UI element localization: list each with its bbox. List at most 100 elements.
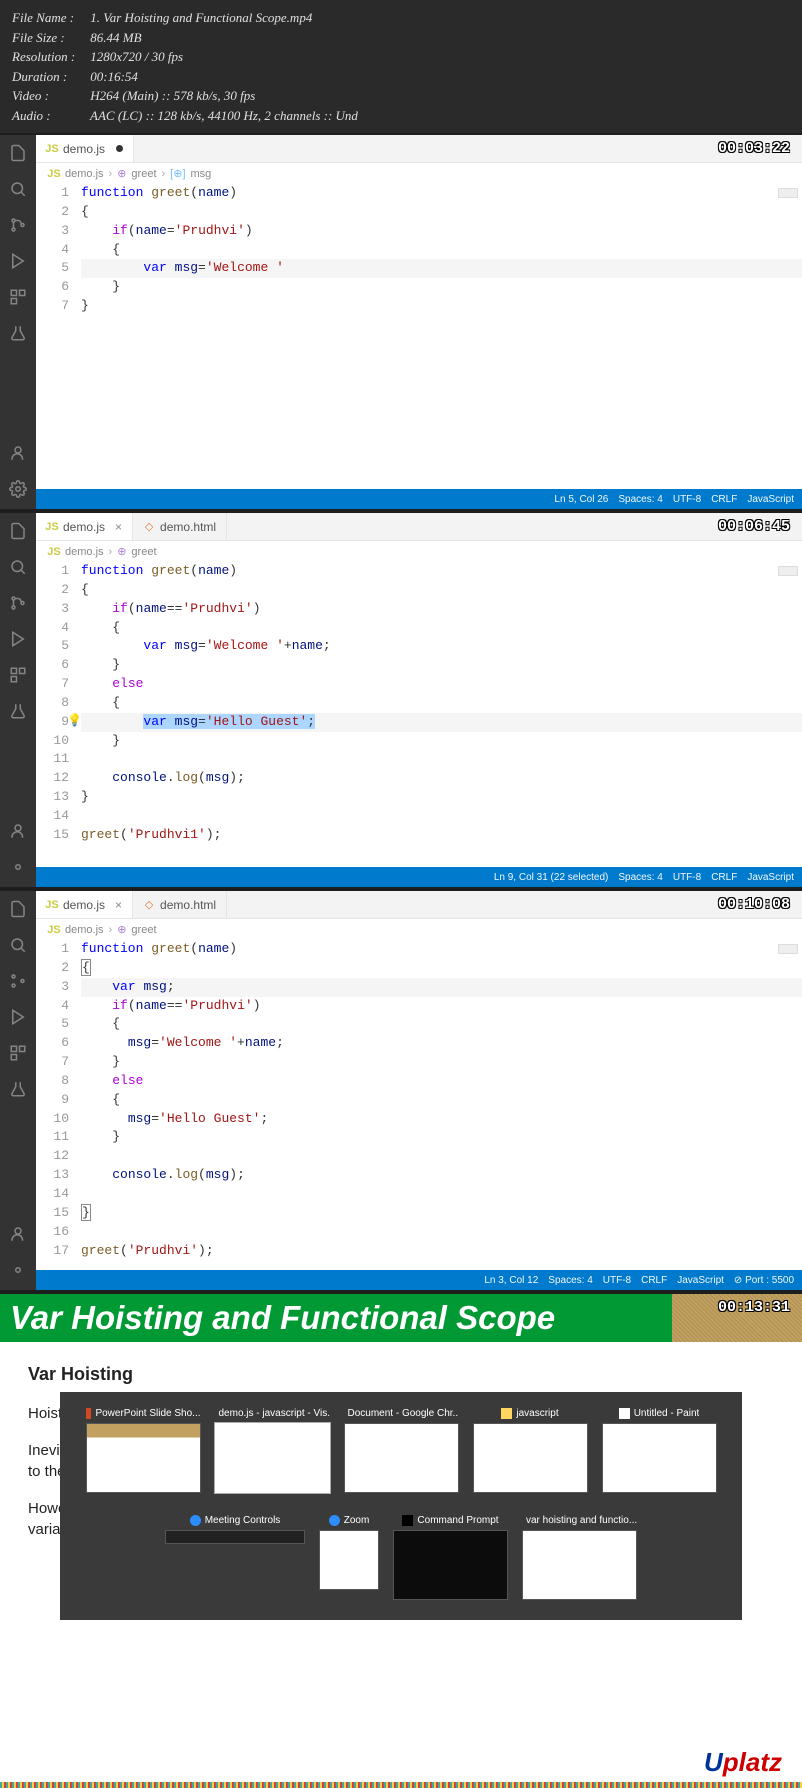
- status-bar: Ln 3, Col 12 Spaces: 4 UTF-8 CRLF JavaSc…: [36, 1270, 802, 1290]
- breadcrumbs[interactable]: JS demo.js › ⊕ greet: [36, 541, 802, 562]
- source-control-icon[interactable]: [8, 215, 28, 235]
- status-lang[interactable]: JavaScript: [677, 1275, 724, 1286]
- status-encoding[interactable]: UTF-8: [603, 1275, 631, 1286]
- filename-label: File Name :: [12, 8, 87, 28]
- video-value: H264 (Main) :: 578 kb/s, 30 fps: [90, 88, 255, 103]
- tab-demo-js[interactable]: JS demo.js: [36, 135, 134, 162]
- tab-label: demo.html: [160, 898, 216, 912]
- powerpoint-icon: [86, 1408, 92, 1419]
- testing-icon[interactable]: [8, 701, 28, 721]
- status-cursor[interactable]: Ln 5, Col 26: [554, 494, 608, 505]
- bc-fn: greet: [131, 168, 156, 180]
- bc-file: demo.js: [65, 924, 104, 936]
- explorer-icon[interactable]: [8, 521, 28, 541]
- status-spaces[interactable]: Spaces: 4: [548, 1275, 592, 1286]
- status-lang[interactable]: JavaScript: [747, 494, 794, 505]
- extensions-icon[interactable]: [8, 1043, 28, 1063]
- settings-icon[interactable]: [8, 479, 28, 499]
- filesize-value: 86.44 MB: [90, 30, 141, 45]
- js-file-icon: JS: [48, 924, 60, 936]
- breadcrumbs[interactable]: JS demo.js › ⊕ greet: [36, 919, 802, 940]
- task-powerpoint[interactable]: PowerPoint Slide Sho...: [86, 1408, 201, 1493]
- search-icon[interactable]: [8, 179, 28, 199]
- status-eol[interactable]: CRLF: [711, 872, 737, 883]
- timestamp-2: 00:06:45: [718, 518, 790, 535]
- close-icon[interactable]: ×: [115, 898, 122, 912]
- bc-fn: greet: [131, 924, 156, 936]
- html-file-icon: ◇: [143, 899, 155, 911]
- tab-label: demo.js: [63, 898, 105, 912]
- task-meeting-controls[interactable]: Meeting Controls: [165, 1515, 305, 1600]
- search-icon[interactable]: [8, 935, 28, 955]
- task-switcher: PowerPoint Slide Sho... demo.js - javasc…: [60, 1392, 742, 1620]
- status-cursor[interactable]: Ln 3, Col 12: [484, 1275, 538, 1286]
- duration-value: 00:16:54: [90, 69, 138, 84]
- account-icon[interactable]: [8, 1224, 28, 1244]
- status-eol[interactable]: CRLF: [711, 494, 737, 505]
- task-paint[interactable]: Untitled - Paint: [602, 1408, 717, 1493]
- task-folder[interactable]: javascript: [473, 1408, 588, 1493]
- testing-icon[interactable]: [8, 1079, 28, 1099]
- code-editor[interactable]: 123456789101112131415 function greet(nam…: [36, 562, 802, 867]
- audio-value: AAC (LC) :: 128 kb/s, 44100 Hz, 2 channe…: [90, 108, 358, 123]
- js-file-icon: JS: [46, 521, 58, 533]
- js-file-icon: JS: [46, 899, 58, 911]
- debug-icon[interactable]: [8, 629, 28, 649]
- status-encoding[interactable]: UTF-8: [673, 872, 701, 883]
- close-icon[interactable]: ×: [115, 520, 122, 534]
- account-icon[interactable]: [8, 821, 28, 841]
- slide-p2: Inevit: [28, 1442, 64, 1459]
- status-spaces[interactable]: Spaces: 4: [618, 872, 662, 883]
- screenshot-4: 00:13:31 Var Hoisting and Functional Sco…: [0, 1292, 802, 1788]
- html-file-icon: ◇: [143, 521, 155, 533]
- screenshot-1: 00:03:22 JS demo.js JS demo.js: [0, 133, 802, 509]
- account-icon[interactable]: [8, 443, 28, 463]
- status-bar: Ln 9, Col 31 (22 selected) Spaces: 4 UTF…: [36, 867, 802, 887]
- breadcrumbs[interactable]: JS demo.js › ⊕ greet › [⊕] msg: [36, 163, 802, 184]
- tab-demo-js[interactable]: JS demo.js ×: [36, 513, 133, 540]
- filesize-label: File Size :: [12, 28, 87, 48]
- tab-bar: JS demo.js: [36, 135, 802, 163]
- js-file-icon: JS: [46, 143, 58, 155]
- task-chrome[interactable]: Document - Google Chr...: [344, 1408, 459, 1493]
- extensions-icon[interactable]: [8, 665, 28, 685]
- status-encoding[interactable]: UTF-8: [673, 494, 701, 505]
- variable-icon: [⊕]: [170, 167, 185, 180]
- source-control-icon[interactable]: [8, 971, 28, 991]
- debug-icon[interactable]: [8, 251, 28, 271]
- settings-icon[interactable]: [8, 1260, 28, 1280]
- task-zoom[interactable]: Zoom: [319, 1515, 379, 1600]
- line-numbers: 1234567891011121314151617: [36, 940, 81, 1270]
- search-icon[interactable]: [8, 557, 28, 577]
- task-powerpoint2[interactable]: var hoisting and functio...: [522, 1515, 637, 1600]
- bc-file: demo.js: [65, 168, 104, 180]
- status-lang[interactable]: JavaScript: [747, 872, 794, 883]
- tab-demo-js[interactable]: JS demo.js ×: [36, 891, 133, 918]
- source-control-icon[interactable]: [8, 593, 28, 613]
- code-editor[interactable]: 1234567891011121314151617 function greet…: [36, 940, 802, 1270]
- lightbulb-icon[interactable]: 💡: [67, 713, 82, 730]
- js-file-icon: JS: [48, 546, 60, 558]
- settings-icon[interactable]: [8, 857, 28, 877]
- explorer-icon[interactable]: [8, 143, 28, 163]
- status-spaces[interactable]: Spaces: 4: [618, 494, 662, 505]
- tab-demo-html[interactable]: ◇ demo.html: [133, 891, 227, 918]
- status-cursor[interactable]: Ln 9, Col 31 (22 selected): [494, 872, 609, 883]
- function-icon: ⊕: [117, 923, 126, 936]
- status-port[interactable]: ⊘ Port : 5500: [734, 1275, 794, 1286]
- explorer-icon[interactable]: [8, 899, 28, 919]
- bottom-border: [0, 1782, 802, 1788]
- code-editor[interactable]: 1234567 function greet(name) { if(name='…: [36, 184, 802, 489]
- chevron-right-icon: ›: [109, 168, 113, 180]
- testing-icon[interactable]: [8, 323, 28, 343]
- logo-part2: platz: [723, 1747, 782, 1777]
- tab-demo-html[interactable]: ◇ demo.html: [133, 513, 227, 540]
- file-info-header: File Name : 1. Var Hoisting and Function…: [0, 0, 802, 133]
- paint-icon: [619, 1408, 630, 1419]
- task-cmd[interactable]: Command Prompt: [393, 1515, 508, 1600]
- task-vscode[interactable]: demo.js - javascript - Vis...: [215, 1408, 330, 1493]
- status-bar: Ln 5, Col 26 Spaces: 4 UTF-8 CRLF JavaSc…: [36, 489, 802, 509]
- extensions-icon[interactable]: [8, 287, 28, 307]
- debug-icon[interactable]: [8, 1007, 28, 1027]
- status-eol[interactable]: CRLF: [641, 1275, 667, 1286]
